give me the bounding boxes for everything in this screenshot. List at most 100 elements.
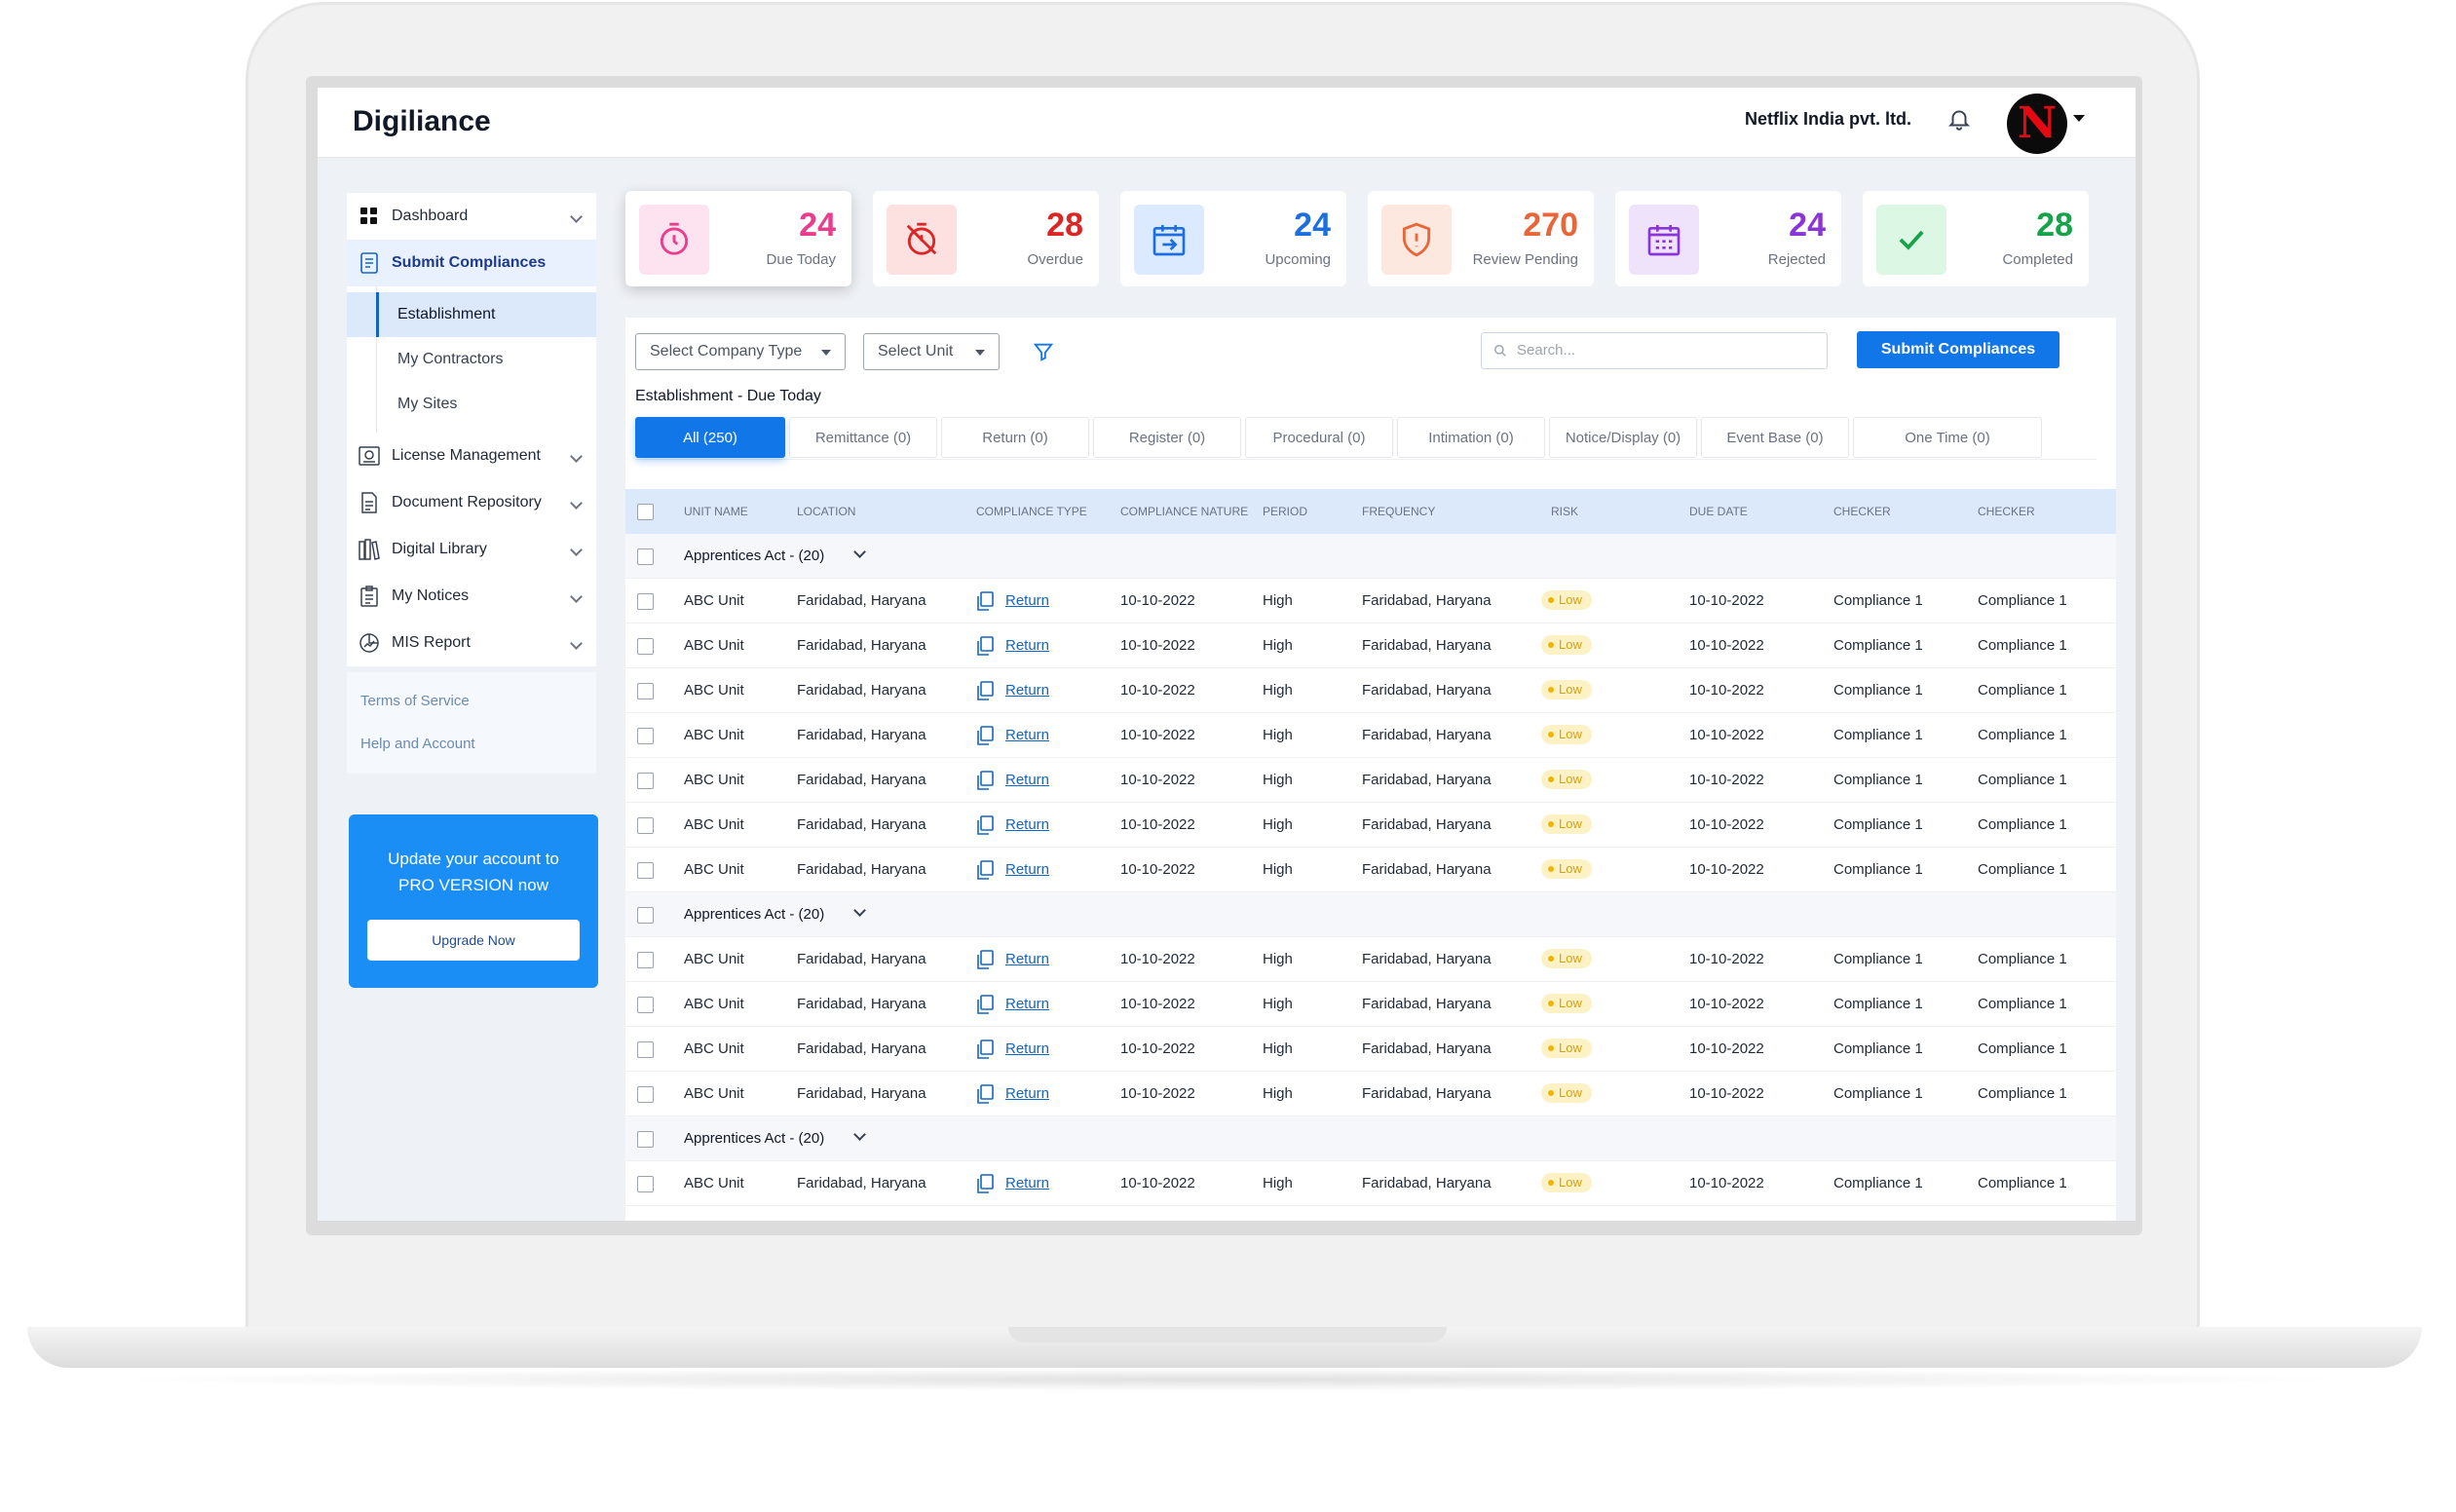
column-header-risk[interactable]: RISK bbox=[1551, 489, 1578, 534]
tab-procedural[interactable]: Procedural (0) bbox=[1245, 417, 1393, 458]
group-checkbox[interactable] bbox=[637, 907, 654, 924]
table-row[interactable]: ABC Unit Faridabad, Haryana Return 10-10-20… bbox=[625, 982, 2116, 1027]
submit-compliances-button[interactable]: Submit Compliances bbox=[1857, 331, 2059, 368]
bell-icon[interactable] bbox=[1946, 105, 1972, 132]
sidebar-item-dashboard[interactable]: Dashboard bbox=[347, 193, 596, 240]
chevron-down-icon[interactable] bbox=[853, 546, 866, 558]
compliance-type-link[interactable]: Return bbox=[1005, 727, 1049, 743]
table-row[interactable]: ABC Unit Faridabad, Haryana Return 10-10-20… bbox=[625, 803, 2116, 848]
tab-intimation[interactable]: Intimation (0) bbox=[1397, 417, 1545, 458]
compliance-type-link[interactable]: Return bbox=[1005, 1175, 1049, 1191]
stat-card-due-today[interactable]: 24 Due Today bbox=[625, 191, 851, 286]
submenu-item-establishment[interactable]: Establishment bbox=[347, 292, 596, 337]
table-row[interactable]: ABC Unit Faridabad, Haryana Return 10-10-20… bbox=[625, 848, 2116, 892]
chevron-down-icon[interactable] bbox=[570, 544, 583, 556]
stat-card-upcoming[interactable]: 24 Upcoming bbox=[1120, 191, 1346, 286]
column-header-location[interactable]: LOCATION bbox=[797, 489, 855, 534]
compliance-type-link[interactable]: Return bbox=[1005, 637, 1049, 654]
stat-card-completed[interactable]: 28 Completed bbox=[1863, 191, 2089, 286]
table-row[interactable]: ABC Unit Faridabad, Haryana Return 10-10-20… bbox=[625, 579, 2116, 624]
compliance-type-link[interactable]: Return bbox=[1005, 951, 1049, 967]
compliance-type-link[interactable]: Return bbox=[1005, 861, 1049, 878]
group-row[interactable]: Apprentices Act - (20) bbox=[625, 892, 2116, 937]
company-type-select[interactable]: Select Company Type bbox=[635, 333, 846, 370]
chevron-down-icon[interactable] bbox=[570, 590, 583, 603]
stat-card-review-pending[interactable]: 270 Review Pending bbox=[1368, 191, 1594, 286]
compliance-type-link[interactable]: Return bbox=[1005, 682, 1049, 699]
compliance-type-link[interactable]: Return bbox=[1005, 592, 1049, 609]
table-row[interactable]: ABC Unit Faridabad, Haryana Return 10-10-20… bbox=[625, 1027, 2116, 1072]
row-checkbox[interactable] bbox=[637, 817, 654, 834]
search-input[interactable]: Search... bbox=[1481, 332, 1828, 369]
compliance-type-link[interactable]: Return bbox=[1005, 772, 1049, 788]
submenu-item-my-contractors[interactable]: My Contractors bbox=[347, 337, 596, 382]
column-header-period[interactable]: PERIOD bbox=[1263, 489, 1307, 534]
tab-remittance[interactable]: Remittance (0) bbox=[789, 417, 937, 458]
group-checkbox[interactable] bbox=[637, 1131, 654, 1148]
row-checkbox[interactable] bbox=[637, 1041, 654, 1058]
column-header-compliance-nature[interactable]: COMPLIANCE NATURE bbox=[1120, 489, 1248, 534]
filter-icon[interactable] bbox=[1033, 341, 1054, 362]
upgrade-now-button[interactable]: Upgrade Now bbox=[367, 920, 580, 961]
tab-return[interactable]: Return (0) bbox=[941, 417, 1089, 458]
stat-card-rejected[interactable]: 24 Rejected bbox=[1615, 191, 1841, 286]
submenu-item-my-sites[interactable]: My Sites bbox=[347, 382, 596, 427]
row-checkbox[interactable] bbox=[637, 997, 654, 1013]
table-row[interactable]: ABC Unit Faridabad, Haryana Return 10-10-20… bbox=[625, 713, 2116, 758]
column-header-compliance-type[interactable]: COMPLIANCE TYPE bbox=[976, 489, 1087, 534]
table-row[interactable]: ABC Unit Faridabad, Haryana Return 10-10-20… bbox=[625, 1161, 2116, 1206]
sidebar-item-document-repository[interactable]: Document Repository bbox=[347, 479, 596, 526]
group-row[interactable]: Apprentices Act - (20) bbox=[625, 534, 2116, 579]
link-help-and-account[interactable]: Help and Account bbox=[347, 723, 596, 766]
table-row[interactable]: ABC Unit Faridabad, Haryana Return 10-10-20… bbox=[625, 668, 2116, 713]
row-checkbox[interactable] bbox=[637, 1086, 654, 1103]
column-header-unit-name[interactable]: UNIT NAME bbox=[684, 489, 748, 534]
row-checkbox[interactable] bbox=[637, 728, 654, 744]
table-row[interactable]: ABC Unit Faridabad, Haryana Return 10-10-20… bbox=[625, 624, 2116, 668]
chevron-down-icon[interactable] bbox=[570, 450, 583, 463]
cell-checker: Compliance 1 bbox=[1833, 682, 1923, 699]
row-checkbox[interactable] bbox=[637, 862, 654, 879]
chevron-down-icon[interactable] bbox=[853, 904, 866, 917]
select-all-checkbox[interactable] bbox=[637, 504, 654, 520]
column-header-checker[interactable]: CHECKER bbox=[1978, 489, 2035, 534]
sidebar-item-digital-library[interactable]: Digital Library bbox=[347, 526, 596, 573]
table-row[interactable]: ABC Unit Faridabad, Haryana Return 10-10-20… bbox=[625, 1072, 2116, 1116]
tab-all[interactable]: All (250) bbox=[635, 417, 785, 458]
stat-card-overdue[interactable]: 28 Overdue bbox=[873, 191, 1099, 286]
column-header-frequency[interactable]: FREQUENCY bbox=[1362, 489, 1435, 534]
avatar[interactable]: N bbox=[2007, 94, 2067, 154]
compliance-type-link[interactable]: Return bbox=[1005, 1040, 1049, 1057]
chevron-down-icon[interactable] bbox=[853, 1128, 866, 1141]
sidebar-item-mis-report[interactable]: MIS Report bbox=[347, 620, 596, 666]
compliance-type-link[interactable]: Return bbox=[1005, 816, 1049, 833]
sidebar-item-submit-compliances[interactable]: Submit Compliances bbox=[347, 240, 596, 286]
row-checkbox[interactable] bbox=[637, 773, 654, 789]
column-header-checker[interactable]: CHECKER bbox=[1833, 489, 1891, 534]
row-checkbox[interactable] bbox=[637, 1176, 654, 1192]
sidebar-item-license-management[interactable]: License Management bbox=[347, 433, 596, 479]
link-terms-of-service[interactable]: Terms of Service bbox=[347, 680, 596, 723]
row-checkbox[interactable] bbox=[637, 593, 654, 610]
row-checkbox[interactable] bbox=[637, 952, 654, 968]
column-header-due-date[interactable]: DUE DATE bbox=[1689, 489, 1748, 534]
group-row[interactable]: Apprentices Act - (20) bbox=[625, 1116, 2116, 1161]
chevron-down-icon[interactable] bbox=[570, 210, 583, 223]
row-checkbox[interactable] bbox=[637, 683, 654, 699]
sidebar-item-my-notices[interactable]: My Notices bbox=[347, 573, 596, 620]
tab-notice-display[interactable]: Notice/Display (0) bbox=[1549, 417, 1697, 458]
tab-one-time[interactable]: One Time (0) bbox=[1853, 417, 2042, 458]
tab-event-base[interactable]: Event Base (0) bbox=[1701, 417, 1849, 458]
unit-select[interactable]: Select Unit bbox=[863, 333, 1000, 370]
tab-register[interactable]: Register (0) bbox=[1093, 417, 1241, 458]
caret-down-icon[interactable] bbox=[2073, 115, 2085, 122]
brand-logo[interactable]: Digiliance bbox=[353, 105, 491, 138]
table-row[interactable]: ABC Unit Faridabad, Haryana Return 10-10-20… bbox=[625, 937, 2116, 982]
group-checkbox[interactable] bbox=[637, 548, 654, 565]
row-checkbox[interactable] bbox=[637, 638, 654, 655]
compliance-type-link[interactable]: Return bbox=[1005, 996, 1049, 1012]
chevron-down-icon[interactable] bbox=[570, 497, 583, 510]
compliance-type-link[interactable]: Return bbox=[1005, 1085, 1049, 1102]
table-row[interactable]: ABC Unit Faridabad, Haryana Return 10-10-20… bbox=[625, 758, 2116, 803]
chevron-down-icon[interactable] bbox=[570, 637, 583, 650]
